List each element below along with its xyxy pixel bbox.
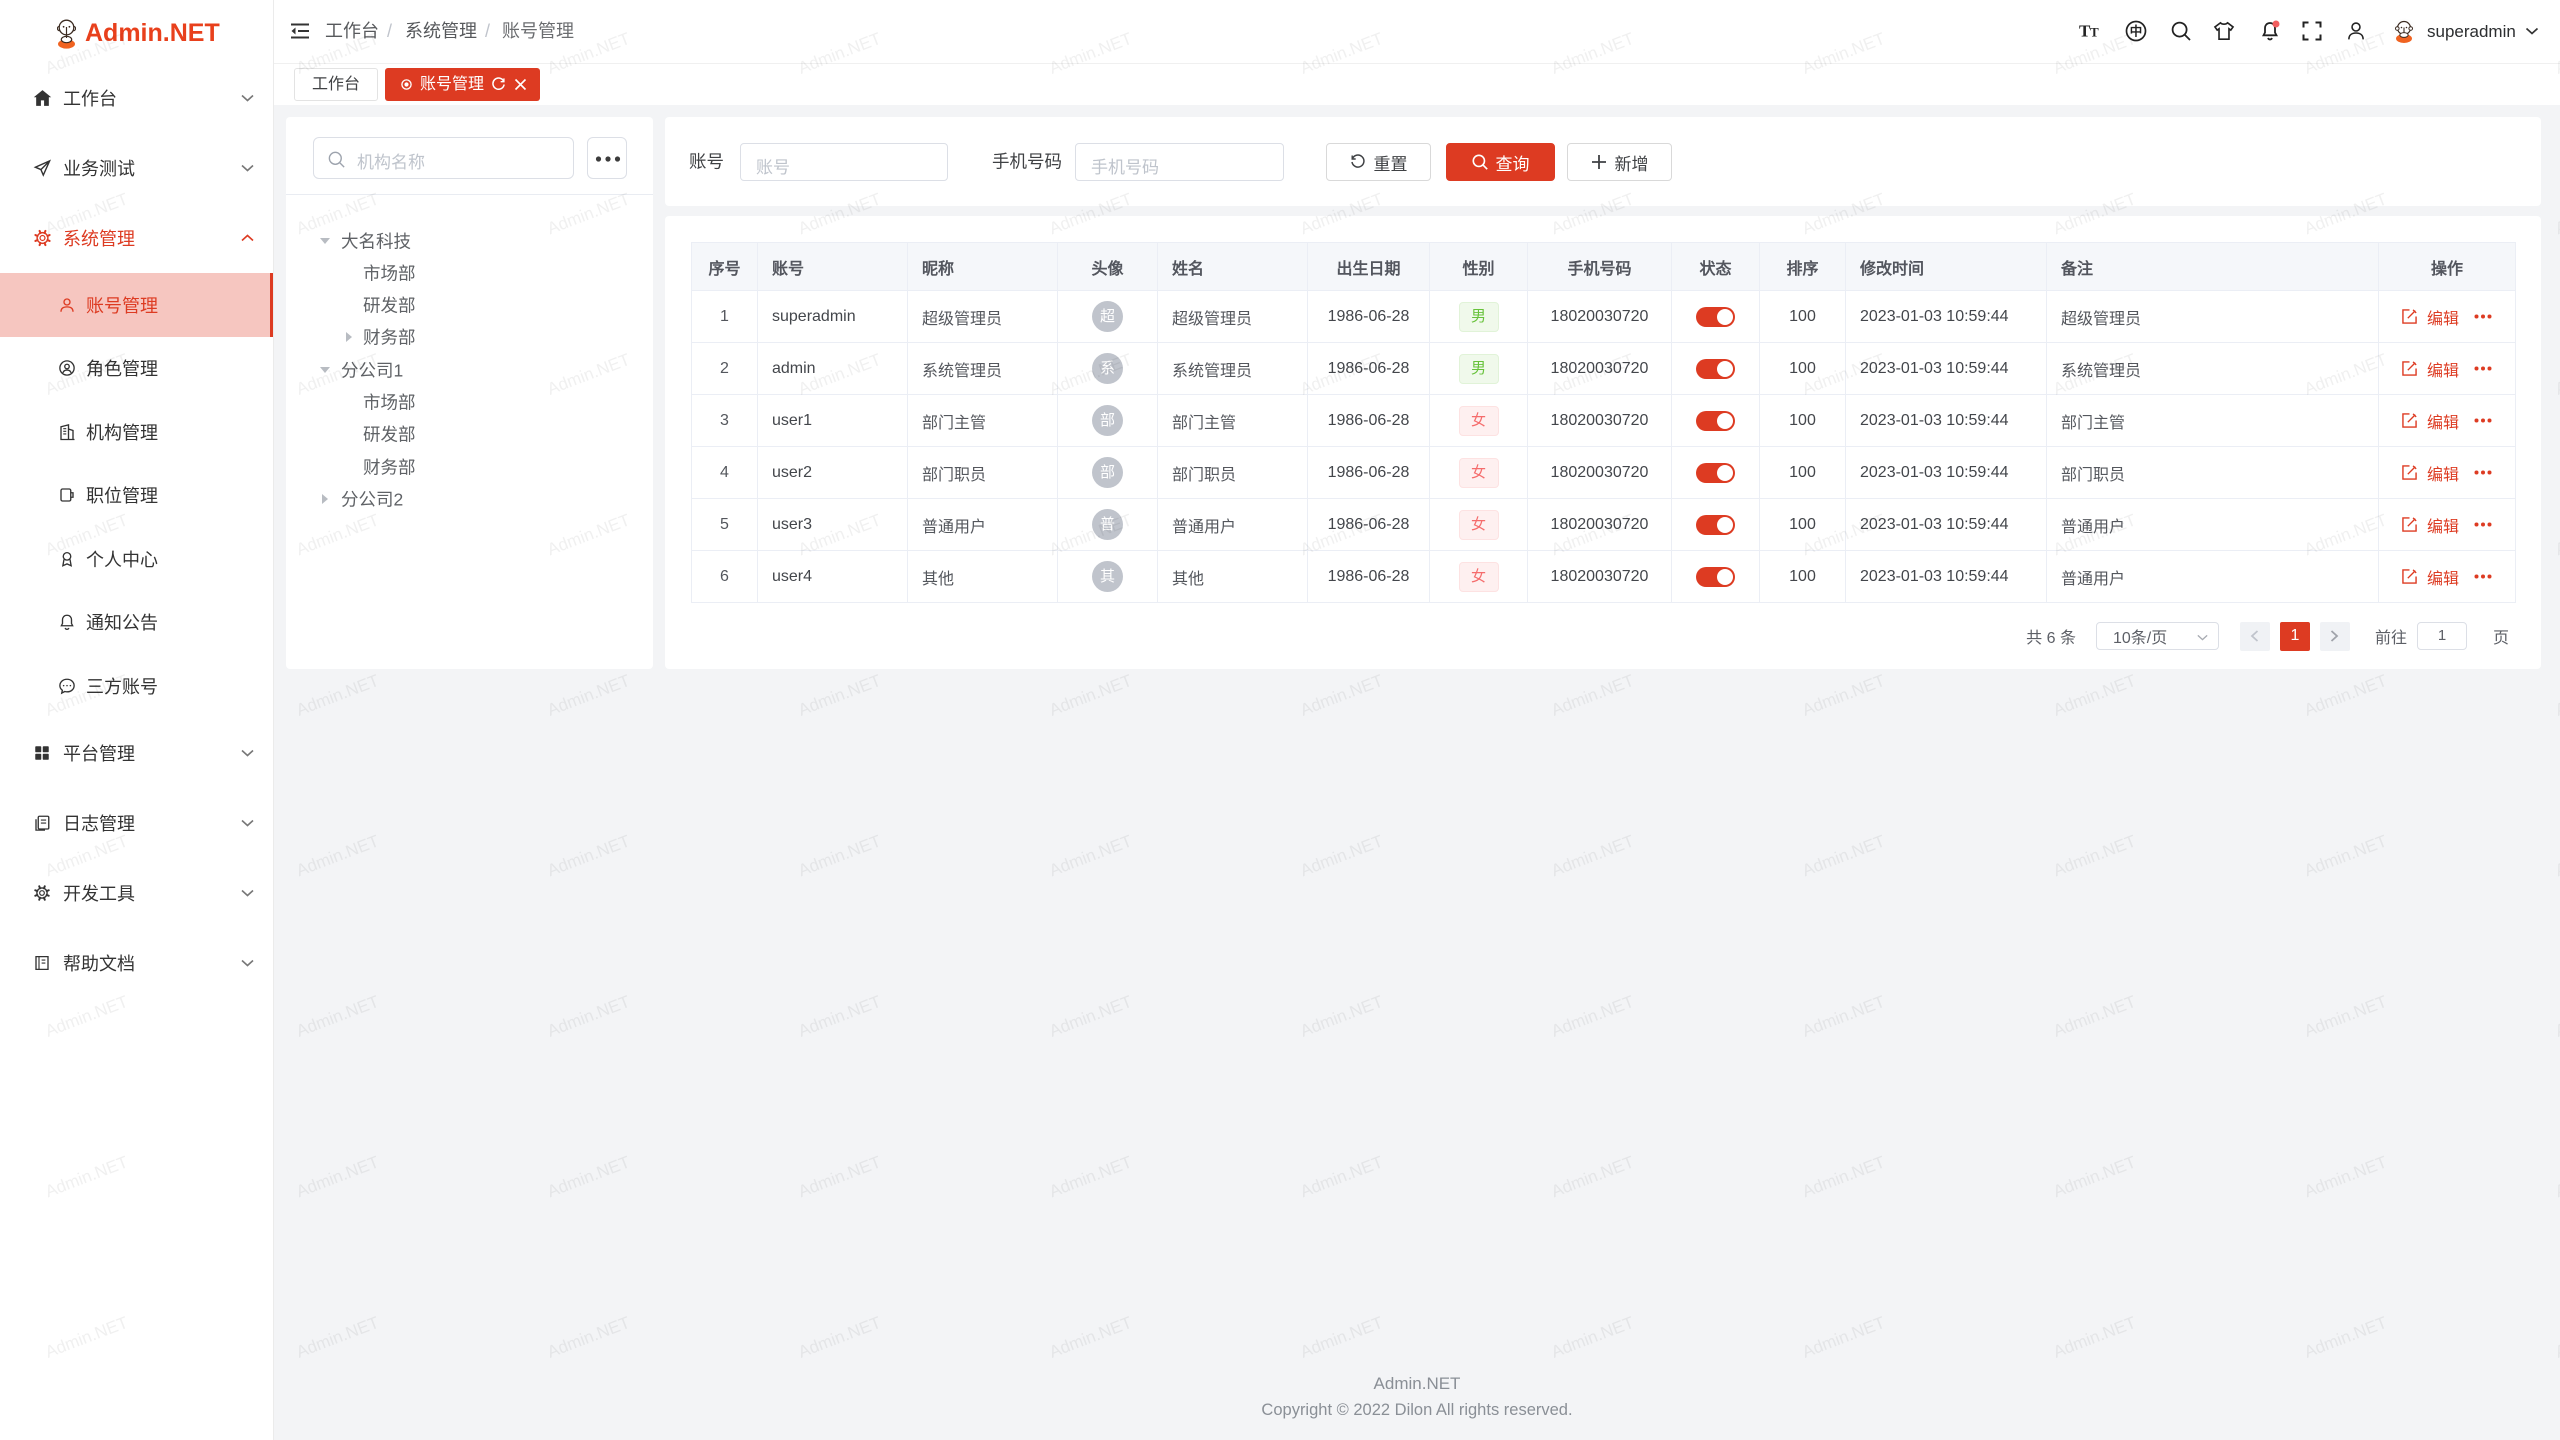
svg-text:中: 中 — [2130, 24, 2143, 39]
svg-text:T: T — [2090, 25, 2099, 40]
